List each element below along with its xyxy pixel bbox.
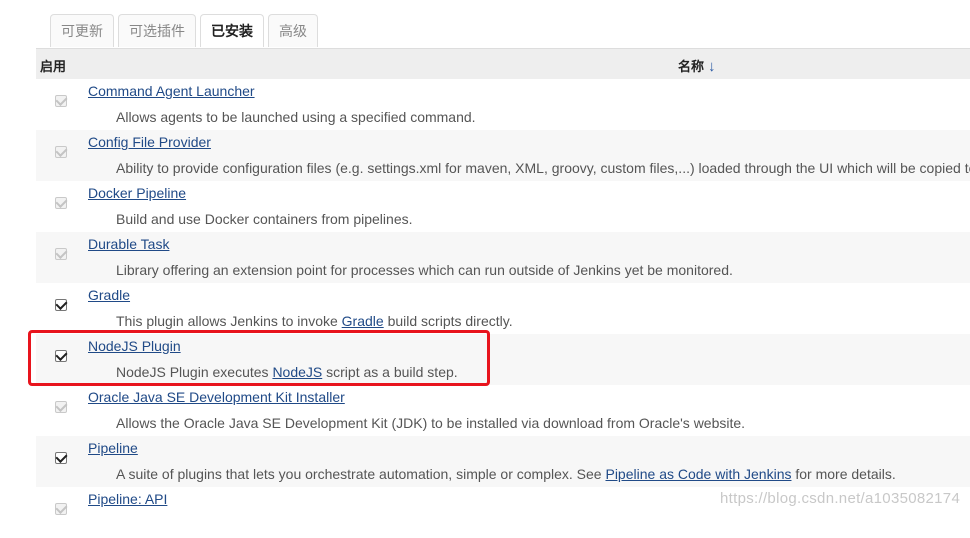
table-header: 启用 名称 ↓ [36,48,970,79]
plugin-description-link[interactable]: Gradle [342,313,384,329]
watermark-text: https://blog.csdn.net/a1035082174 [720,490,961,507]
plugin-name-link[interactable]: NodeJS Plugin [88,338,181,354]
plugin-description-link[interactable]: Pipeline as Code with Jenkins [605,466,791,482]
enabled-checkbox [54,399,68,413]
plugin-row: Durable Task Library offering an extensio… [36,232,970,283]
enabled-checkbox [54,93,68,107]
checkmark-icon [54,246,68,260]
checkmark-icon [54,450,68,464]
plugin-name-link[interactable]: Pipeline [88,440,138,456]
plugin-description: Library offering an extension point for … [116,262,733,278]
plugin-name-link[interactable]: Pipeline: API [88,491,167,507]
column-header-enabled[interactable]: 启用 [40,56,66,75]
plugin-description-text: A suite of plugins that lets you orchest… [116,466,606,482]
plugin-name-link[interactable]: Config File Provider [88,134,211,150]
plugin-row: Command Agent Launcher Allows agents to b… [36,79,970,130]
checkmark-icon [54,399,68,413]
checkmark-icon [54,501,68,515]
plugin-row: NodeJS Plugin NodeJS Plugin executes Node… [36,334,970,385]
plugin-row: Config File Provider Ability to provide c… [36,130,970,181]
plugin-name-link[interactable]: Durable Task [88,236,169,252]
enabled-checkbox[interactable] [54,297,68,311]
enabled-checkbox [54,144,68,158]
tab-advanced[interactable]: 高级 [268,14,318,47]
plugin-description: Allows agents to be launched using a spe… [116,109,476,125]
plugin-name-link[interactable]: Oracle Java SE Development Kit Installer [88,389,345,405]
plugin-rows: Command Agent Launcher Allows agents to b… [36,79,970,538]
checkmark-icon [54,195,68,209]
plugin-description: Build and use Docker containers from pip… [116,211,413,227]
tab-updates[interactable]: 可更新 [50,14,114,47]
plugin-description-text: Allows the Oracle Java SE Development Ki… [116,415,746,431]
plugin-description-text: Build and use Docker containers from pip… [116,211,413,227]
tab-installed[interactable]: 已安装 [200,14,264,47]
enabled-checkbox [54,246,68,260]
plugin-description-text: build scripts directly. [383,313,513,329]
plugin-description-text: script as a build step. [322,364,458,380]
plugin-row: Oracle Java SE Development Kit Installer… [36,385,970,436]
plugin-description-text: for more details. [791,466,896,482]
enabled-checkbox [54,501,68,515]
enabled-checkbox [54,195,68,209]
tab-available[interactable]: 可选插件 [118,14,196,47]
checkmark-icon [54,297,68,311]
enabled-checkbox[interactable] [54,450,68,464]
plugin-description-text: NodeJS Plugin executes [116,364,273,380]
plugin-description: Allows the Oracle Java SE Development Ki… [116,415,745,431]
enabled-checkbox[interactable] [54,348,68,362]
plugin-name-link[interactable]: Command Agent Launcher [88,83,255,99]
checkmark-icon [54,348,68,362]
plugin-row: Docker Pipeline Build and use Docker cont… [36,181,970,232]
plugin-row: Pipeline A suite of plugins that lets you… [36,436,970,487]
plugin-description-text: Allows agents to be launched using a spe… [116,109,476,125]
plugin-description-text: Ability to provide configuration files (… [116,160,970,176]
plugin-description: This plugin allows Jenkins to invoke Gra… [116,313,513,329]
plugin-description-text: Library offering an extension point for … [116,262,733,278]
checkmark-icon [54,93,68,107]
installed-plugins-table: 启用 名称 ↓ Command Agent Launcher Allows agen… [36,48,970,538]
plugin-description: A suite of plugins that lets you orchest… [116,466,896,482]
column-header-name[interactable]: 名称 ↓ [678,56,716,75]
plugin-name-link[interactable]: Docker Pipeline [88,185,186,201]
checkmark-icon [54,144,68,158]
plugin-description-link[interactable]: NodeJS [272,364,322,380]
plugin-name-link[interactable]: Gradle [88,287,130,303]
plugin-row: Gradle This plugin allows Jenkins to invo… [36,283,970,334]
column-header-name-label: 名称 [678,59,705,74]
plugin-description: NodeJS Plugin executes NodeJS script as … [116,364,458,380]
plugin-description-text: This plugin allows Jenkins to invoke [116,313,342,329]
sort-down-arrow-icon: ↓ [708,58,716,75]
plugin-description: Ability to provide configuration files (… [116,160,970,176]
plugin-manager-tabs: 可更新 可选插件 已安装 高级 [50,14,322,48]
